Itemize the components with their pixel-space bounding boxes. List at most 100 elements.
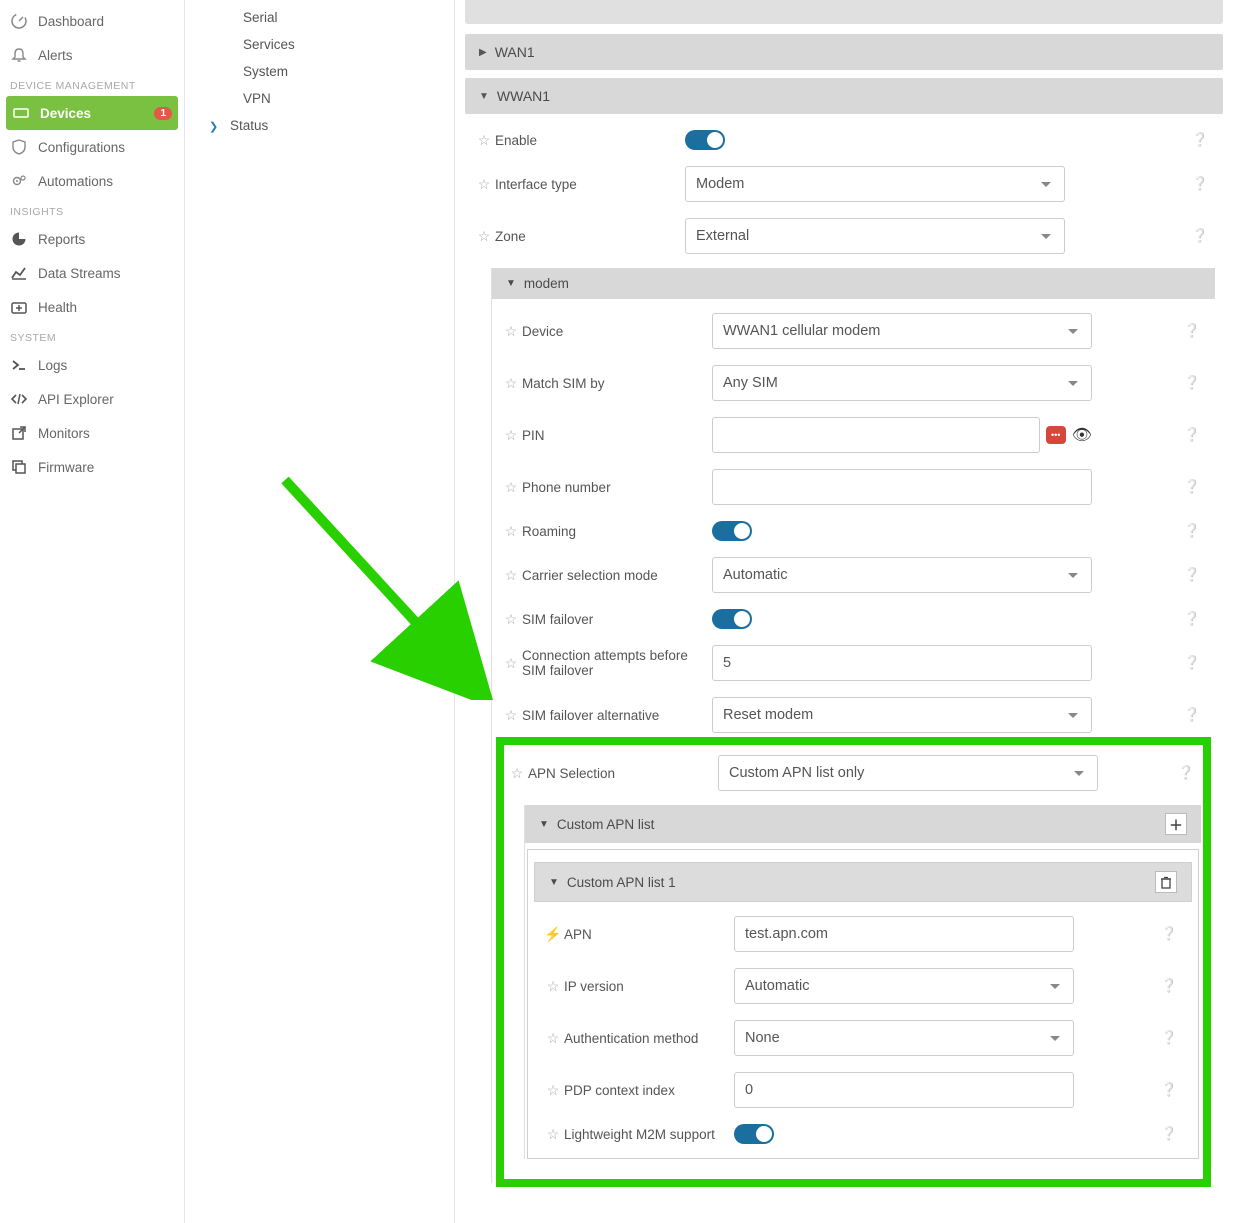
field-label: APN Selection (528, 766, 718, 781)
subpanel-modem[interactable]: ▼ modem (492, 268, 1215, 299)
row-attempts: ☆ Connection attempts before SIM failove… (500, 637, 1207, 689)
nav-label: Logs (38, 358, 67, 373)
star-icon[interactable]: ☆ (473, 228, 495, 245)
field-label: Roaming (522, 524, 712, 539)
nav-item-api[interactable]: API Explorer (0, 382, 184, 416)
phone-input[interactable] (712, 469, 1092, 505)
star-icon[interactable]: ☆ (542, 1126, 564, 1143)
row-lwm2m: ☆ Lightweight M2M support ❔ (542, 1116, 1184, 1152)
nav-item-alerts[interactable]: Alerts (0, 38, 184, 72)
apn-selection-select[interactable]: Custom APN list only (718, 755, 1098, 791)
help-icon[interactable]: ❔ (1171, 765, 1201, 781)
field-label: Zone (495, 229, 685, 244)
subpanel-custom-apn-1[interactable]: ▼ Custom APN list 1 (534, 862, 1192, 902)
tree-item-serial[interactable]: Serial (185, 4, 454, 31)
help-icon[interactable]: ❔ (1154, 978, 1184, 994)
nav-label: Alerts (38, 48, 73, 63)
eye-icon[interactable]: 👁 (1072, 425, 1092, 445)
row-enable: ☆ Enable ❔ (473, 122, 1215, 158)
carrier-mode-select[interactable]: Automatic (712, 557, 1092, 593)
caret-down-icon: ▼ (479, 91, 489, 102)
main-form: ▶ WAN1 ▼ WWAN1 ☆ Enable ❔ ☆ Interface ty… (455, 0, 1233, 1223)
help-icon[interactable]: ❔ (1177, 375, 1207, 391)
star-icon[interactable]: ☆ (542, 1082, 564, 1099)
match-sim-select[interactable]: Any SIM (712, 365, 1092, 401)
nav-item-monitors[interactable]: Monitors (0, 416, 184, 450)
apn-input[interactable] (734, 916, 1074, 952)
help-icon[interactable]: ❔ (1177, 479, 1207, 495)
star-icon[interactable]: ☆ (500, 655, 522, 672)
device-select[interactable]: WWAN1 cellular modem (712, 313, 1092, 349)
delete-apn-button[interactable] (1155, 871, 1177, 893)
tree-item-vpn[interactable]: VPN (185, 85, 454, 112)
subpanel-title: Custom APN list 1 (567, 875, 676, 890)
nav-item-dashboard[interactable]: Dashboard (0, 4, 184, 38)
row-ip-version: ☆ IP version Automatic ❔ (542, 960, 1184, 1012)
pin-input[interactable] (712, 417, 1040, 453)
ip-version-select[interactable]: Automatic (734, 968, 1074, 1004)
star-icon[interactable]: ☆ (500, 707, 522, 724)
interface-type-select[interactable]: Modem (685, 166, 1065, 202)
help-icon[interactable]: ❔ (1177, 567, 1207, 583)
panel-wan1[interactable]: ▶ WAN1 (465, 34, 1223, 70)
nav-item-health[interactable]: Health (0, 290, 184, 324)
nav-item-firmware[interactable]: Firmware (0, 450, 184, 484)
left-nav: Dashboard Alerts DEVICE MANAGEMENT Devic… (0, 0, 185, 1223)
help-icon[interactable]: ❔ (1177, 427, 1207, 443)
caret-down-icon: ▼ (506, 278, 516, 289)
enable-toggle[interactable] (685, 130, 725, 150)
nav-label: Automations (38, 174, 113, 189)
auth-method-select[interactable]: None (734, 1020, 1074, 1056)
star-icon[interactable]: ☆ (542, 1030, 564, 1047)
help-icon[interactable]: ❔ (1177, 523, 1207, 539)
zone-select[interactable]: External (685, 218, 1065, 254)
nav-item-datastreams[interactable]: Data Streams (0, 256, 184, 290)
failover-alt-select[interactable]: Reset modem (712, 697, 1092, 733)
password-manager-icon[interactable]: ••• (1046, 426, 1066, 444)
subpanel-custom-apn-list[interactable]: ▼ Custom APN list ＋ (525, 805, 1201, 843)
help-icon[interactable]: ❔ (1154, 1126, 1184, 1142)
nav-item-configurations[interactable]: Configurations (0, 130, 184, 164)
row-carrier-mode: ☆ Carrier selection mode Automatic ❔ (500, 549, 1207, 601)
star-icon[interactable]: ☆ (473, 132, 495, 149)
help-icon[interactable]: ❔ (1154, 1082, 1184, 1098)
add-apn-button[interactable]: ＋ (1165, 813, 1187, 835)
star-icon[interactable]: ☆ (500, 567, 522, 584)
bolt-icon[interactable]: ⚡ (542, 926, 564, 943)
star-icon[interactable]: ☆ (473, 176, 495, 193)
attempts-input[interactable] (712, 645, 1092, 681)
help-icon[interactable]: ❔ (1154, 1030, 1184, 1046)
collapsed-panel-stub (465, 0, 1223, 24)
star-icon[interactable]: ☆ (500, 479, 522, 496)
star-icon[interactable]: ☆ (500, 427, 522, 444)
help-icon[interactable]: ❔ (1185, 132, 1215, 148)
tree-item-status[interactable]: ❯ Status (185, 112, 454, 139)
help-icon[interactable]: ❔ (1154, 926, 1184, 942)
roaming-toggle[interactable] (712, 521, 752, 541)
star-icon[interactable]: ☆ (500, 375, 522, 392)
tree-item-system[interactable]: System (185, 58, 454, 85)
panel-wwan1[interactable]: ▼ WWAN1 (465, 78, 1223, 114)
help-icon[interactable]: ❔ (1177, 707, 1207, 723)
star-icon[interactable]: ☆ (542, 978, 564, 995)
help-icon[interactable]: ❔ (1185, 228, 1215, 244)
lwm2m-toggle[interactable] (734, 1124, 774, 1144)
pdp-index-input[interactable] (734, 1072, 1074, 1108)
sim-failover-toggle[interactable] (712, 609, 752, 629)
help-icon[interactable]: ❔ (1177, 655, 1207, 671)
star-icon[interactable]: ☆ (500, 523, 522, 540)
nav-item-logs[interactable]: Logs (0, 348, 184, 382)
nav-item-devices[interactable]: Devices 1 (6, 96, 178, 130)
help-icon[interactable]: ❔ (1185, 176, 1215, 192)
help-icon[interactable]: ❔ (1177, 611, 1207, 627)
nav-label: API Explorer (38, 392, 114, 407)
help-icon[interactable]: ❔ (1177, 323, 1207, 339)
nav-item-automations[interactable]: Automations (0, 164, 184, 198)
nav-item-reports[interactable]: Reports (0, 222, 184, 256)
star-icon[interactable]: ☆ (500, 323, 522, 340)
nav-label: Firmware (38, 460, 94, 475)
nav-label: Data Streams (38, 266, 121, 281)
star-icon[interactable]: ☆ (500, 611, 522, 628)
tree-item-services[interactable]: Services (185, 31, 454, 58)
star-icon[interactable]: ☆ (506, 765, 528, 782)
